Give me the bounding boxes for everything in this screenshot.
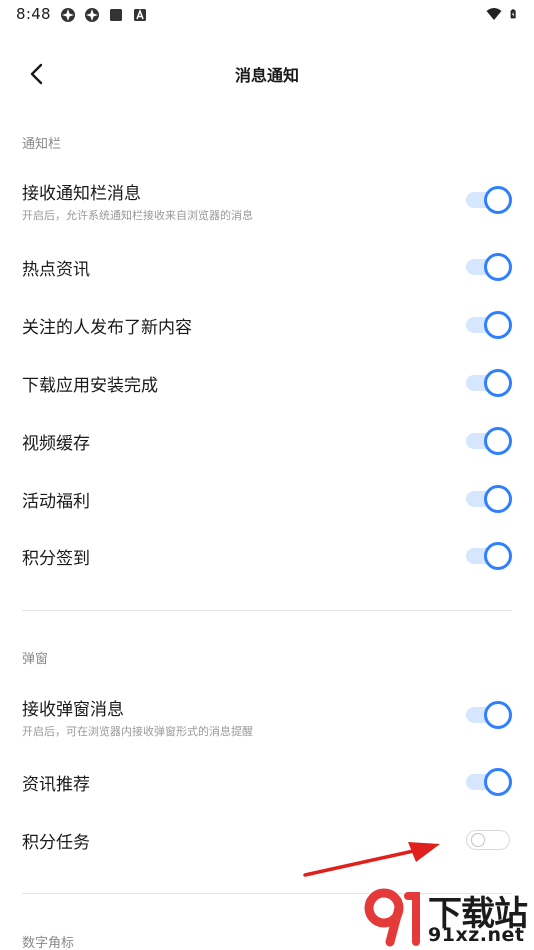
section-title-popup: 弹窗 xyxy=(22,652,49,667)
toggle-knob xyxy=(484,542,512,570)
status-icons-right xyxy=(486,6,520,22)
toggle-switch[interactable] xyxy=(466,542,512,570)
status-time: 8:48 xyxy=(16,5,51,23)
app-icon xyxy=(61,8,75,22)
toggle-switch[interactable] xyxy=(466,311,512,339)
toggle-switch[interactable] xyxy=(466,826,512,854)
toggle-switch[interactable] xyxy=(466,186,512,214)
setting-label: 下载应用安装完成 xyxy=(22,376,158,396)
setting-row-followed-new-content[interactable]: 关注的人发布了新内容 xyxy=(0,310,534,342)
section-title-badge: 数字角标 xyxy=(22,936,75,950)
setting-label: 视频缓存 xyxy=(22,434,90,454)
watermark-logo-icon xyxy=(364,888,420,947)
toggle-knob xyxy=(484,253,512,281)
toggle-switch[interactable] xyxy=(466,427,512,455)
setting-subtitle: 开启后，允许系统通知栏接收来自浏览器的消息 xyxy=(22,209,253,222)
setting-row-news-recommend[interactable]: 资讯推荐 xyxy=(0,767,534,799)
watermark-url: 91xz.net xyxy=(428,924,525,946)
toggle-knob xyxy=(484,186,512,214)
setting-row-hot-news[interactable]: 热点资讯 xyxy=(0,252,534,284)
setting-label: 接收通知栏消息 xyxy=(22,184,141,204)
setting-row-points-checkin[interactable]: 积分签到 xyxy=(0,541,534,573)
toggle-knob xyxy=(484,369,512,397)
status-icons-left xyxy=(60,7,148,23)
toggle-knob xyxy=(484,311,512,339)
toggle-knob xyxy=(471,833,485,847)
setting-row-receive-popup[interactable]: 接收弹窗消息 开启后，可在浏览器内接收弹窗形式的消息提醒 xyxy=(0,692,534,740)
section-divider xyxy=(22,610,512,611)
page-title: 消息通知 xyxy=(234,66,299,85)
annotation-arrow-icon xyxy=(303,842,440,877)
a-badge-icon xyxy=(134,8,146,21)
stop-square-icon xyxy=(110,9,122,21)
setting-label: 资讯推荐 xyxy=(22,775,90,795)
setting-label: 活动福利 xyxy=(22,492,90,512)
setting-row-video-cache[interactable]: 视频缓存 xyxy=(0,426,534,458)
section-title-notification-bar: 通知栏 xyxy=(22,137,62,152)
setting-row-download-install-complete[interactable]: 下载应用安装完成 xyxy=(0,368,534,400)
toggle-knob xyxy=(484,485,512,513)
setting-label: 关注的人发布了新内容 xyxy=(22,318,192,338)
toggle-switch[interactable] xyxy=(466,701,512,729)
setting-label: 热点资讯 xyxy=(22,260,90,280)
toggle-switch[interactable] xyxy=(466,253,512,281)
toggle-knob xyxy=(484,701,512,729)
setting-subtitle: 开启后，可在浏览器内接收弹窗形式的消息提醒 xyxy=(22,725,253,738)
setting-label: 积分任务 xyxy=(22,833,90,853)
nav-bar: 消息通知 xyxy=(0,48,534,98)
setting-label: 积分签到 xyxy=(22,549,90,569)
toggle-switch[interactable] xyxy=(466,485,512,513)
watermark: 下载站 91xz.net xyxy=(362,884,534,950)
toggle-knob xyxy=(484,427,512,455)
setting-row-receive-notification-bar[interactable]: 接收通知栏消息 开启后，允许系统通知栏接收来自浏览器的消息 xyxy=(0,176,534,224)
toggle-knob xyxy=(484,768,512,796)
wifi-icon xyxy=(486,8,502,20)
status-bar: 8:48 xyxy=(0,0,534,30)
toggle-switch[interactable] xyxy=(466,369,512,397)
app-icon xyxy=(85,8,99,22)
battery-charging-icon xyxy=(510,9,516,19)
toggle-switch[interactable] xyxy=(466,768,512,796)
setting-row-points-tasks[interactable]: 积分任务 xyxy=(0,825,534,857)
setting-row-activity-benefits[interactable]: 活动福利 xyxy=(0,484,534,516)
setting-label: 接收弹窗消息 xyxy=(22,700,124,720)
